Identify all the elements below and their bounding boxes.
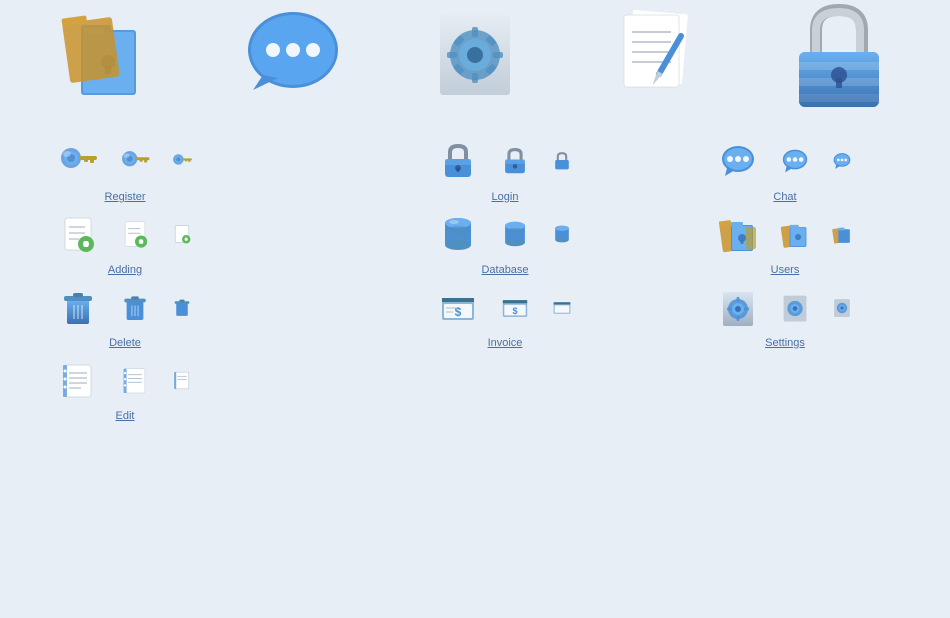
chat-large-icon <box>213 0 373 110</box>
db-sm-icon <box>551 223 573 245</box>
edit-group: Edit <box>30 359 220 422</box>
chat-label: Chat <box>773 191 796 203</box>
row1-icons: Register Login <box>0 140 950 203</box>
row3-icons: Delete $ $ <box>0 286 950 349</box>
users-group: Users <box>690 213 880 276</box>
settings-icons <box>717 286 853 328</box>
edit-lg-icon <box>57 359 99 401</box>
users-label: Users <box>771 264 800 276</box>
key-medium-icon <box>119 145 151 177</box>
edit-sm-icon <box>171 369 193 391</box>
invoice-md-icon: $ <box>499 291 531 323</box>
key-small-icon <box>171 150 193 172</box>
invoice-group: $ $ Invoice <box>410 286 600 349</box>
database-icons <box>437 213 573 255</box>
invoice-sm-icon <box>551 296 573 318</box>
note-add-md-icon <box>119 218 151 250</box>
register-group: Register <box>30 140 220 203</box>
adding-group: Adding <box>30 213 220 276</box>
database-label: Database <box>481 264 528 276</box>
note-add-sm-icon <box>171 223 193 245</box>
lock-large-svg <box>784 0 894 110</box>
lock-lg2-icon <box>437 140 479 182</box>
settings-large-icon <box>395 0 555 110</box>
lock-md2-icon <box>499 145 531 177</box>
delete-icons <box>57 286 193 328</box>
row2-icons: Adding <box>0 213 950 276</box>
invoice-label: Invoice <box>488 337 523 349</box>
settings-lg2-icon <box>717 286 759 328</box>
edit-md-icon <box>119 364 151 396</box>
edit-icons <box>57 359 193 401</box>
db-md-icon <box>499 218 531 250</box>
chat-sm2-icon <box>831 150 853 172</box>
users-icons <box>717 213 853 255</box>
db-lg-icon <box>437 213 479 255</box>
key-large-icon <box>57 140 99 182</box>
delete-label: Delete <box>109 337 141 349</box>
trash-lg-icon <box>57 286 99 328</box>
users-large-icon <box>31 0 191 110</box>
database-group: Database <box>410 213 600 276</box>
lock-large-icon <box>759 0 919 110</box>
chat-md2-icon <box>779 145 811 177</box>
notes-large-icon <box>577 0 737 110</box>
notes-large-svg <box>602 0 712 110</box>
invoice-lg-icon: $ <box>437 286 479 328</box>
chat-large-svg <box>238 0 348 110</box>
note-add-lg-icon <box>57 213 99 255</box>
settings-sm2-icon <box>831 296 853 318</box>
register-label: Register <box>105 191 146 203</box>
settings-label: Settings <box>765 337 805 349</box>
settings-md2-icon <box>779 291 811 323</box>
row4-icons: Edit <box>0 359 950 422</box>
register-icons <box>57 140 193 182</box>
login-label: Login <box>492 191 519 203</box>
settings-group: Settings <box>690 286 880 349</box>
chat-lg2-icon <box>717 140 759 182</box>
users-lg2-icon <box>717 213 759 255</box>
chat-icons <box>717 140 853 182</box>
login-group: Login <box>410 140 600 203</box>
adding-label: Adding <box>108 264 142 276</box>
svg-text:$: $ <box>512 306 517 316</box>
login-icons <box>437 140 573 182</box>
adding-icons <box>57 213 193 255</box>
large-icons-row <box>0 0 950 110</box>
settings-large-svg <box>420 0 530 110</box>
svg-text:$: $ <box>455 305 462 319</box>
edit-label: Edit <box>116 410 135 422</box>
users-sm2-icon <box>831 223 853 245</box>
trash-sm-icon <box>171 296 193 318</box>
delete-group: Delete <box>30 286 220 349</box>
invoice-icons: $ $ <box>437 286 573 328</box>
trash-md-icon <box>119 291 151 323</box>
lock-sm2-icon <box>551 150 573 172</box>
users-large-svg <box>56 0 166 110</box>
users-md2-icon <box>779 218 811 250</box>
chat-group: Chat <box>690 140 880 203</box>
